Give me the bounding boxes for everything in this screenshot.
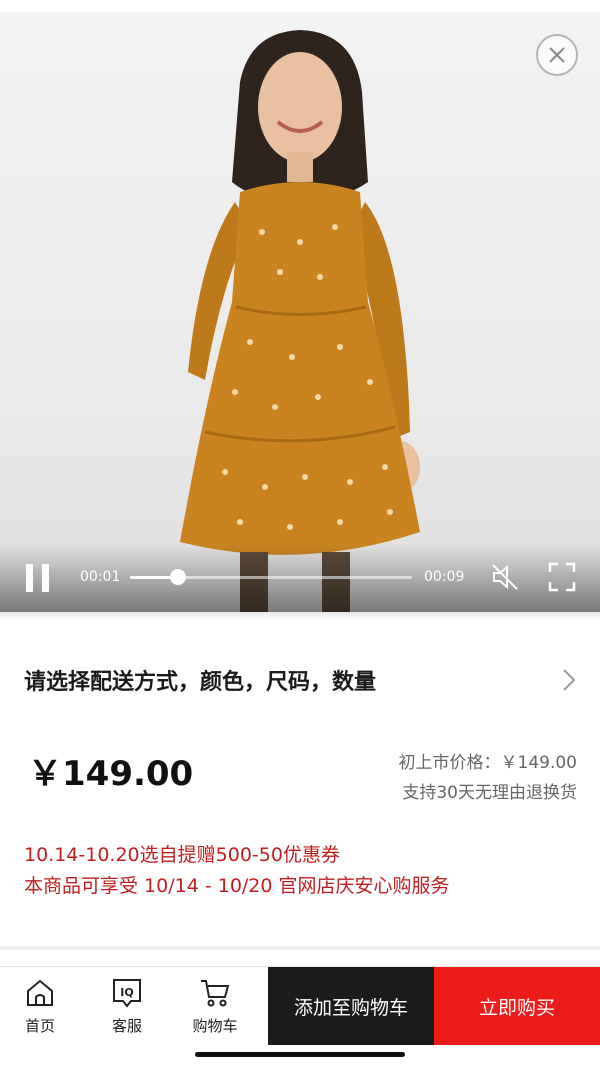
section-divider <box>0 946 600 950</box>
pause-icon[interactable] <box>26 564 50 592</box>
total-time: 00:09 <box>424 569 465 585</box>
product-video-frame <box>180 30 420 612</box>
launch-price: 初上市价格：￥149.00 <box>398 753 577 773</box>
current-time: 00:01 <box>80 569 121 585</box>
home-indicator <box>195 1052 405 1057</box>
svg-text:IQ: IQ <box>120 986 133 999</box>
mute-icon[interactable] <box>490 562 520 592</box>
option-selector-label: 请选择配送方式，颜色，尺码，数量 <box>24 670 377 695</box>
buy-now-button[interactable]: 立即购买 <box>434 967 600 1045</box>
video-progress-bar[interactable] <box>130 569 412 585</box>
shopping-cart-icon <box>201 980 230 1007</box>
nav-home-label: 首页 <box>24 1017 55 1035</box>
video-bottom-shadow <box>0 612 600 620</box>
close-icon <box>549 47 565 63</box>
nav-home[interactable]: 首页 <box>0 967 80 1045</box>
return-policy: 支持30天无理由退换货 <box>402 783 577 803</box>
fullscreen-icon[interactable] <box>548 562 576 592</box>
video-progress-thumb[interactable] <box>169 569 186 585</box>
video-controls: 00:01 00:09 <box>0 544 600 612</box>
chevron-right-icon <box>563 669 576 691</box>
bottom-action-bar: 首页 IQ 客服 购物车 添加至购物车 立即购买 <box>0 966 600 1045</box>
home-icon <box>27 979 53 1006</box>
close-button[interactable] <box>536 34 578 76</box>
product-video[interactable]: 00:01 00:09 <box>0 12 600 612</box>
nav-cart[interactable]: 购物车 <box>175 967 255 1045</box>
customer-service-icon: IQ <box>113 979 141 1008</box>
option-selector[interactable]: 请选择配送方式，颜色，尺码，数量 <box>24 660 576 700</box>
add-to-cart-button[interactable]: 添加至购物车 <box>268 967 434 1045</box>
promotion-text: 10.14-10.20选自提赠500-50优惠券 <box>24 844 340 866</box>
product-price: ￥149.00 <box>28 754 194 794</box>
nav-cart-label: 购物车 <box>192 1017 238 1035</box>
nav-customer-service[interactable]: IQ 客服 <box>87 967 167 1045</box>
nav-customer-service-label: 客服 <box>111 1017 142 1035</box>
promotion-text: 本商品可享受 10/14 - 10/20 官网店庆安心购服务 <box>24 875 450 897</box>
